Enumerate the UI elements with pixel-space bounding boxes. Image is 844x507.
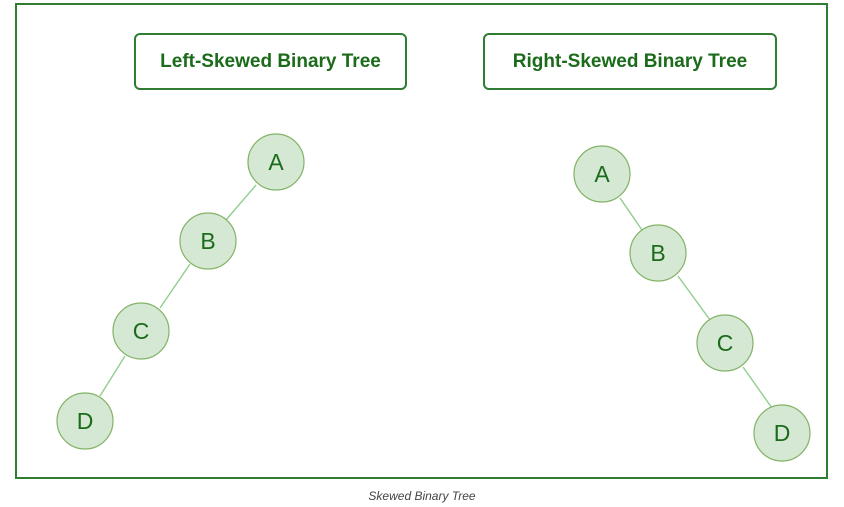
left-tree-node-b: B — [179, 212, 237, 270]
right-node-c-label: C — [717, 330, 734, 356]
right-edge-b-c — [677, 275, 711, 321]
left-tree-node-a: A — [247, 133, 305, 191]
left-node-c-label: C — [133, 318, 150, 344]
right-tree-node-c: C — [696, 314, 754, 372]
left-node-d-label: D — [77, 408, 94, 434]
left-node-a-label: A — [268, 149, 284, 175]
left-tree-edges — [99, 184, 257, 397]
right-tree-node-d: D — [753, 404, 811, 462]
left-edge-c-d — [99, 355, 126, 397]
left-edge-a-b — [225, 184, 257, 221]
figure-caption: Skewed Binary Tree — [368, 489, 476, 503]
right-edge-a-b — [619, 197, 643, 231]
right-node-b-label: B — [650, 240, 665, 266]
right-tree-node-b: B — [629, 224, 687, 282]
left-tree-node-d: D — [56, 392, 114, 450]
right-tree-node-a: A — [573, 145, 631, 203]
left-tree-node-c: C — [112, 302, 170, 360]
left-edge-b-c — [159, 263, 191, 309]
skewed-trees-diagram: A B C D A B C D — [56, 133, 811, 462]
right-edge-c-d — [742, 366, 773, 409]
left-node-b-label: B — [200, 228, 215, 254]
right-node-a-label: A — [594, 161, 610, 187]
right-node-d-label: D — [774, 420, 791, 446]
